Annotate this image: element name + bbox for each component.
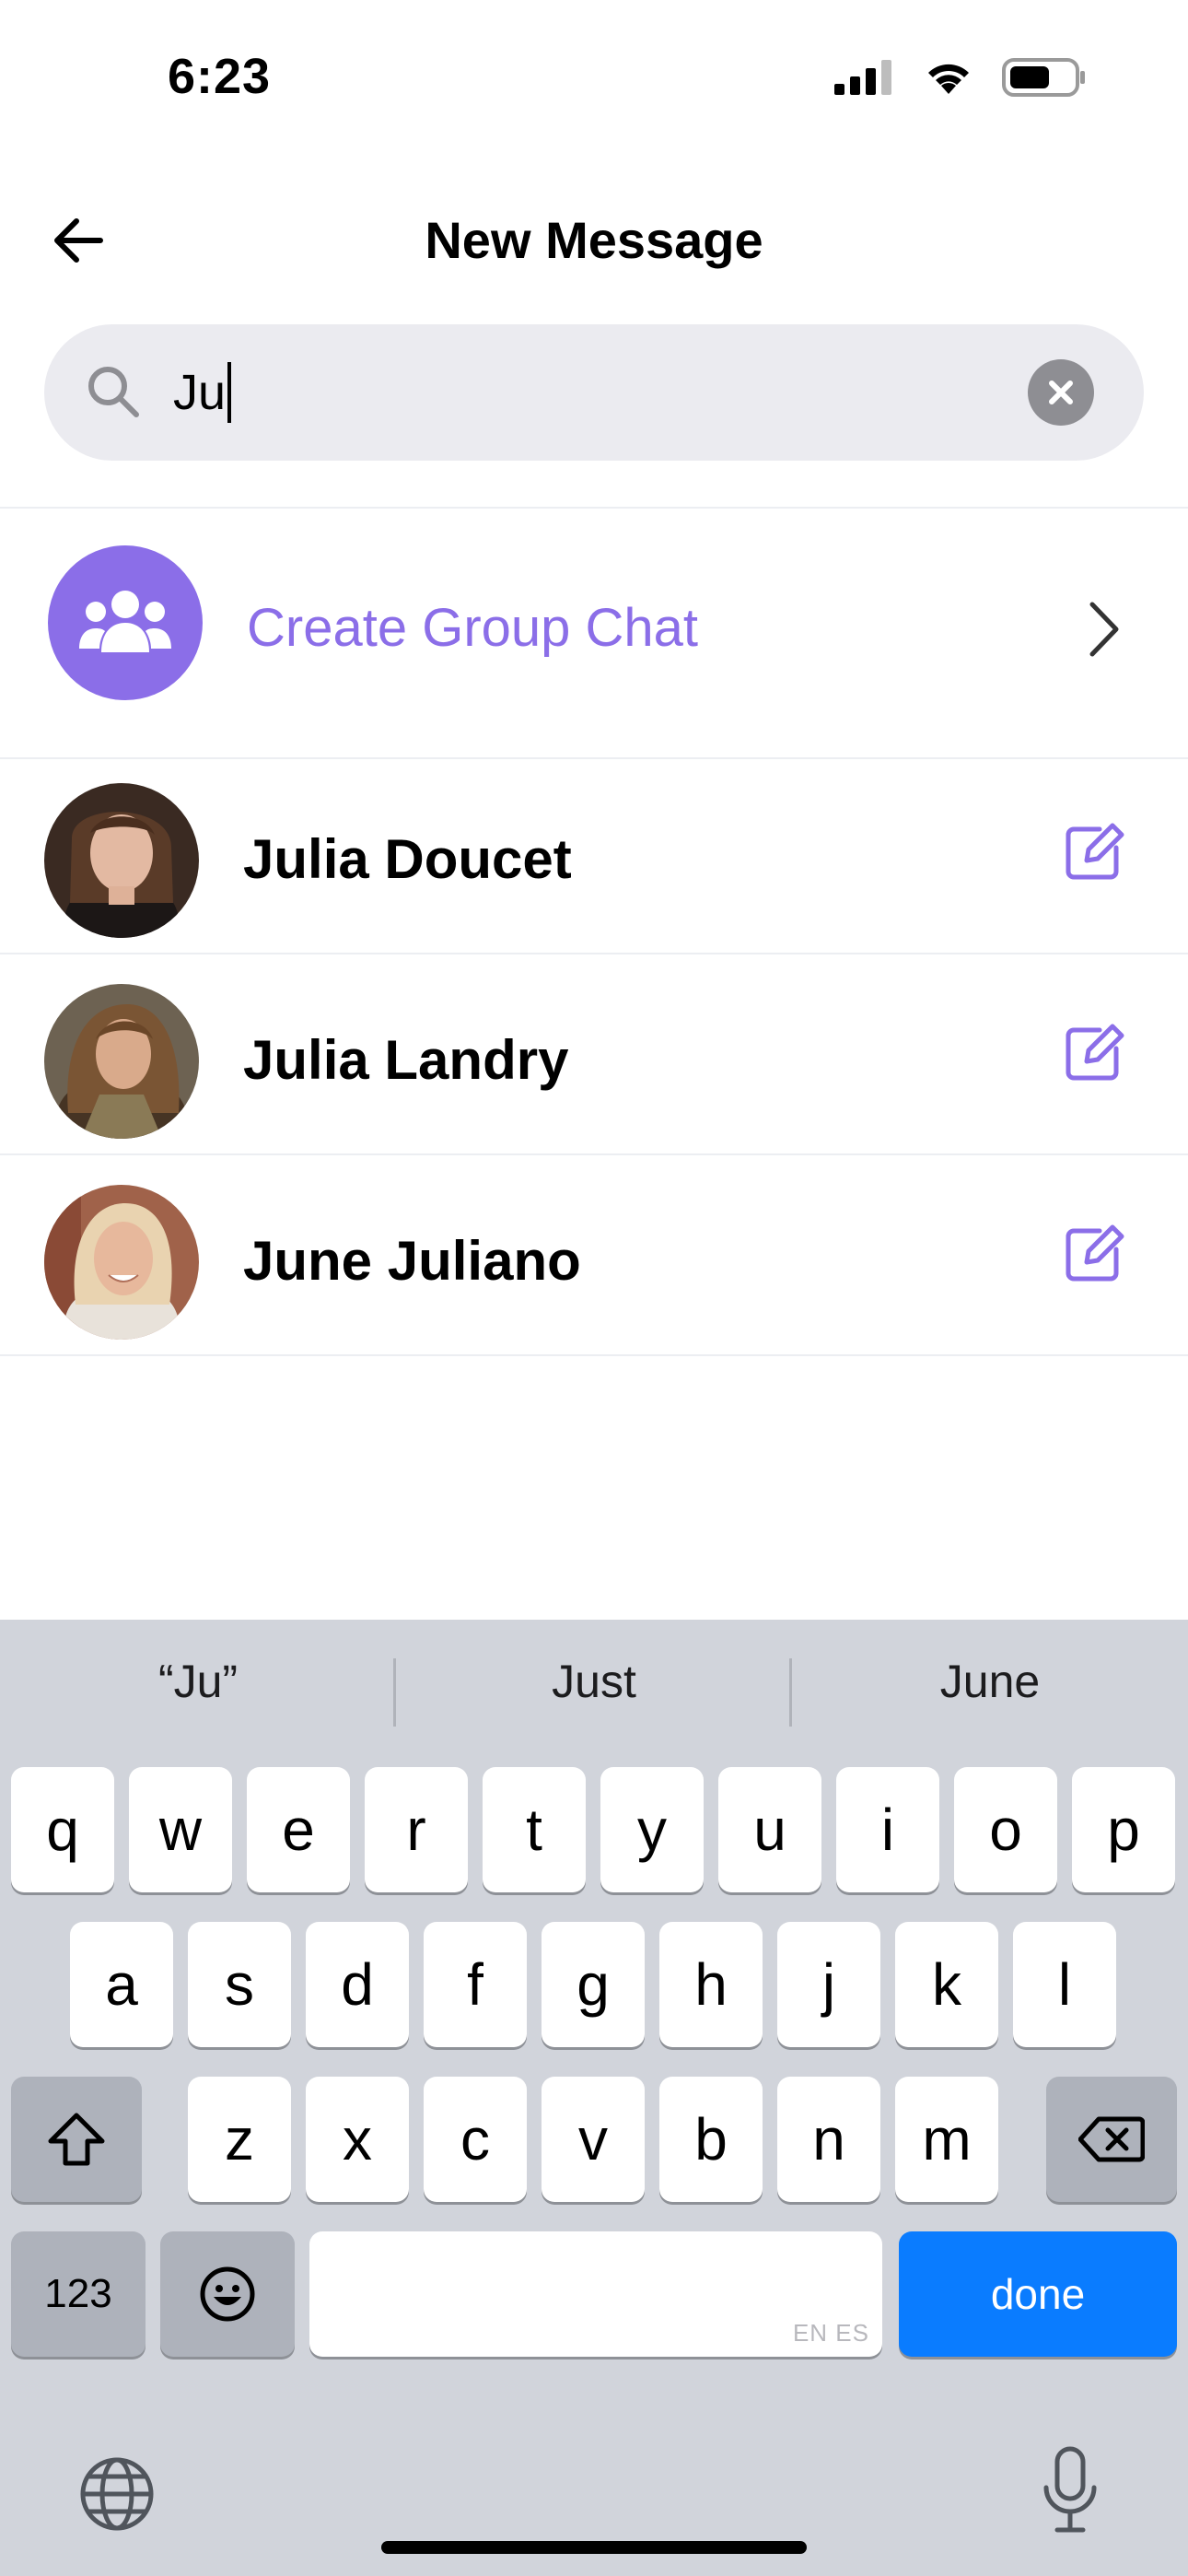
- divider: [0, 1153, 1188, 1155]
- emoji-key[interactable]: [160, 2231, 295, 2357]
- divider: [0, 1354, 1188, 1356]
- status-icons: [834, 57, 1087, 98]
- key-r[interactable]: r: [365, 1767, 468, 1892]
- contact-row-julia-landry[interactable]: Julia Landry: [0, 966, 1188, 1165]
- key-j[interactable]: j: [777, 1922, 880, 2047]
- key-d[interactable]: d: [306, 1922, 409, 2047]
- key-p[interactable]: p: [1072, 1767, 1175, 1892]
- key-l[interactable]: l: [1013, 1922, 1116, 2047]
- cellular-signal-icon: [834, 60, 891, 95]
- page-title: New Message: [425, 211, 763, 269]
- key-i[interactable]: i: [836, 1767, 939, 1892]
- shift-icon: [48, 2113, 105, 2166]
- suggestion-item[interactable]: June: [792, 1655, 1188, 1708]
- key-v[interactable]: v: [542, 2077, 645, 2202]
- key-t[interactable]: t: [483, 1767, 586, 1892]
- search-input-value: Ju: [173, 365, 227, 420]
- key-y[interactable]: y: [600, 1767, 704, 1892]
- status-time: 6:23: [168, 49, 272, 104]
- group-icon: [79, 591, 171, 652]
- clear-search-button[interactable]: [1028, 359, 1094, 426]
- done-key[interactable]: done: [899, 2231, 1177, 2357]
- contact-name: June Juliano: [243, 1230, 581, 1292]
- key-n[interactable]: n: [777, 2077, 880, 2202]
- suggestion-bar: “Ju” Just June: [0, 1620, 1188, 1758]
- globe-icon[interactable]: [79, 2456, 155, 2532]
- suggestion-item[interactable]: “Ju”: [0, 1655, 396, 1708]
- shift-key[interactable]: [11, 2077, 142, 2202]
- close-icon: [1049, 381, 1073, 404]
- suggestion-item[interactable]: Just: [396, 1655, 792, 1708]
- group-avatar: [48, 545, 203, 700]
- status-bar: 6:23: [0, 0, 1188, 157]
- home-indicator: [381, 2541, 807, 2554]
- space-language-hint: EN ES: [792, 2319, 869, 2347]
- emoji-icon: [200, 2266, 255, 2322]
- contact-name: Julia Landry: [243, 1029, 569, 1091]
- compose-icon[interactable]: [1059, 820, 1125, 886]
- contact-row-julia-doucet[interactable]: Julia Doucet: [0, 765, 1188, 964]
- search-bar[interactable]: Ju: [44, 324, 1144, 461]
- wifi-icon: [928, 64, 969, 94]
- keyboard: “Ju” Just June q w e r t y u i o p a s d…: [0, 1620, 1188, 2576]
- avatar: [44, 984, 199, 1139]
- compose-icon[interactable]: [1059, 1021, 1125, 1087]
- avatar: [44, 1185, 199, 1340]
- key-c[interactable]: c: [424, 2077, 527, 2202]
- key-a[interactable]: a: [70, 1922, 173, 2047]
- key-w[interactable]: w: [129, 1767, 232, 1892]
- key-x[interactable]: x: [306, 2077, 409, 2202]
- key-q[interactable]: q: [11, 1767, 114, 1892]
- header: New Message: [0, 184, 1188, 295]
- contact-row-june-juliano[interactable]: June Juliano: [0, 1166, 1188, 1365]
- create-group-chat-row[interactable]: Create Group Chat: [0, 509, 1188, 757]
- divider: [0, 757, 1188, 759]
- search-icon: [88, 367, 139, 417]
- text-caret: [227, 362, 232, 423]
- create-group-chat-label: Create Group Chat: [247, 598, 699, 658]
- divider: [0, 953, 1188, 954]
- microphone-icon[interactable]: [1041, 2445, 1100, 2537]
- key-s[interactable]: s: [188, 1922, 291, 2047]
- space-key[interactable]: EN ES: [309, 2231, 882, 2357]
- key-b[interactable]: b: [659, 2077, 763, 2202]
- compose-icon[interactable]: [1059, 1222, 1125, 1288]
- key-o[interactable]: o: [954, 1767, 1057, 1892]
- key-f[interactable]: f: [424, 1922, 527, 2047]
- key-m[interactable]: m: [895, 2077, 998, 2202]
- backspace-key[interactable]: [1046, 2077, 1177, 2202]
- key-e[interactable]: e: [247, 1767, 350, 1892]
- contact-name: Julia Doucet: [243, 828, 572, 890]
- backspace-icon: [1078, 2116, 1145, 2162]
- key-z[interactable]: z: [188, 2077, 291, 2202]
- search-input[interactable]: Ju: [173, 357, 1002, 427]
- key-u[interactable]: u: [718, 1767, 821, 1892]
- key-h[interactable]: h: [659, 1922, 763, 2047]
- numbers-key[interactable]: 123: [11, 2231, 146, 2357]
- key-k[interactable]: k: [895, 1922, 998, 2047]
- key-g[interactable]: g: [542, 1922, 645, 2047]
- chevron-right-icon: [1089, 602, 1119, 657]
- battery-icon: [1002, 58, 1085, 97]
- avatar: [44, 783, 199, 938]
